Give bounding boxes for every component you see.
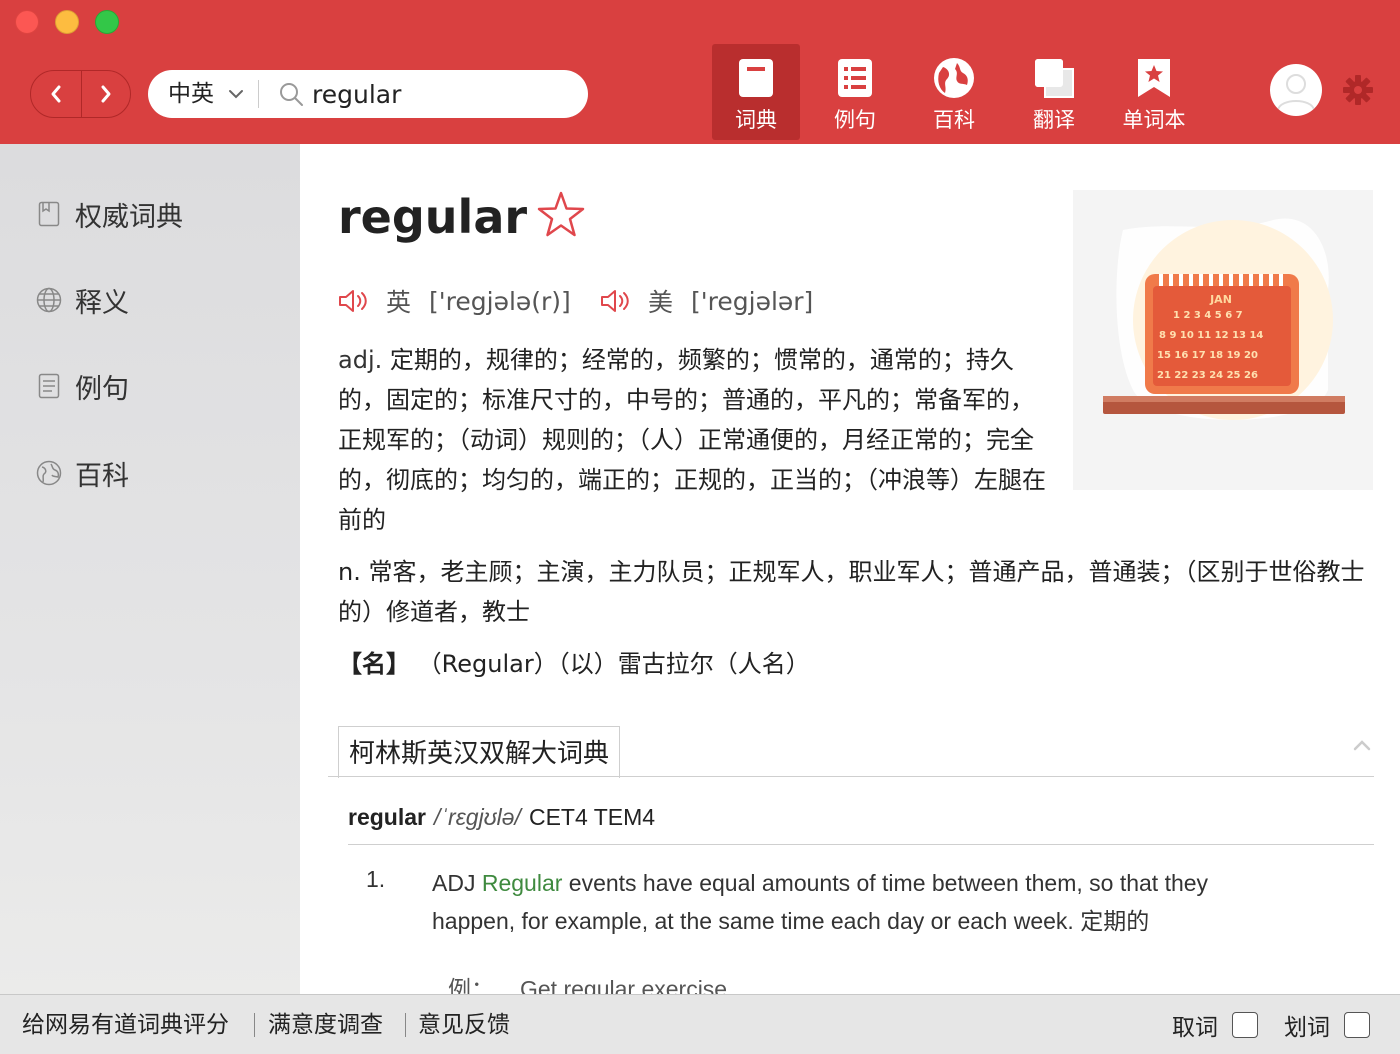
pronunciation-us: 美 ['regjələr] <box>600 284 813 318</box>
toolbar-dictionary[interactable]: 词典 <box>712 44 800 140</box>
tab-collins-dictionary[interactable]: 柯林斯英汉双解大词典 <box>338 726 621 778</box>
footer-divider <box>405 1013 406 1037</box>
definition-text: 常客，老主顾；主演，主力队员；正规军人，职业军人；普通产品，普通装；（区别于世俗… <box>338 558 1365 626</box>
example-sentence: 例： Get regular exercise. <box>448 970 733 994</box>
encyclopedia-icon <box>36 460 62 486</box>
calendar-month-label: JAN <box>1209 293 1232 306</box>
sidebar-item-label: 权威词典 <box>75 201 183 233</box>
history-nav <box>30 70 131 118</box>
pron-uk-phonetic: ['regjələ(r)] <box>429 286 571 316</box>
pos-tag: n. <box>338 558 361 586</box>
sidebar-item-authoritative-dictionary[interactable]: 权威词典 <box>36 194 183 234</box>
pron-us-label: 美 <box>648 288 674 317</box>
example-label: 例： <box>448 976 494 994</box>
sidebar: 权威词典 释义 例句 百科 <box>0 144 300 994</box>
search-input[interactable] <box>312 74 572 114</box>
word-capture-checkbox[interactable] <box>1232 1012 1258 1038</box>
svg-text:21 22 23 24 25 26: 21 22 23 24 25 26 <box>1157 370 1258 381</box>
chevron-up-icon[interactable] <box>1352 738 1372 752</box>
sense-pos: ADJ <box>432 870 476 896</box>
user-avatar[interactable] <box>1270 64 1322 116</box>
sidebar-item-sentences[interactable]: 例句 <box>36 366 129 406</box>
bookmark-icon <box>36 201 62 227</box>
pronunciation-uk: 英 ['regjələ(r)] <box>338 284 571 318</box>
star-icon[interactable] <box>536 190 586 240</box>
toolbar-translate[interactable]: 翻译 <box>1010 44 1098 140</box>
definition-text: 定期的，规律的；经常的，频繁的；惯常的，通常的；持久的，固定的；标准尺寸的，中号… <box>338 346 1046 534</box>
word-illustration: JAN 1 2 3 4 5 6 7 8 9 10 11 12 13 14 15 … <box>1073 190 1373 490</box>
sidebar-item-label: 释义 <box>75 287 129 319</box>
footer-divider <box>254 1013 255 1037</box>
word-capture-label: 取词 <box>1172 1015 1218 1041</box>
chevron-down-icon[interactable] <box>228 88 244 100</box>
window-zoom-button[interactable] <box>95 10 119 34</box>
search-icon <box>280 83 303 106</box>
gear-icon[interactable] <box>1342 74 1374 106</box>
sense-definition: ADJ Regular events have equal amounts of… <box>432 864 1292 940</box>
sidebar-item-label: 例句 <box>75 373 129 405</box>
search-bar: 中英 <box>148 70 588 118</box>
user-icon <box>1277 74 1315 111</box>
adj-definition: adj. 定期的，规律的；经常的，频繁的；惯常的，通常的；持久的，固定的；标准尺… <box>338 340 1056 540</box>
language-select[interactable]: 中英 <box>168 70 214 118</box>
wordbook-icon <box>1132 56 1176 100</box>
status-bar: 给网易有道词典评分 满意度调查 意见反馈 取词 划词 <box>0 994 1400 1054</box>
sidebar-item-label: 百科 <box>75 460 129 492</box>
pos-tag: adj. <box>338 346 383 374</box>
toolbar-encyclopedia[interactable]: 百科 <box>910 44 998 140</box>
translate-icon <box>1032 56 1076 100</box>
speaker-icon[interactable] <box>600 288 634 314</box>
word-capture-toggle[interactable]: 取词 <box>1172 995 1258 1054</box>
sense-keyword[interactable]: Regular <box>482 870 563 896</box>
svg-text:8 9 10 11 12 13 14: 8 9 10 11 12 13 14 <box>1159 330 1263 341</box>
collins-phonetic: /ˈrɛgjʊlə/ <box>433 804 521 830</box>
name-label: 【名】 <box>338 650 410 678</box>
entry-divider <box>348 844 1374 845</box>
selection-capture-checkbox[interactable] <box>1344 1012 1370 1038</box>
sidebar-item-encyclopedia[interactable]: 百科 <box>36 453 129 493</box>
sense-number: 1. <box>366 866 386 892</box>
sidebar-item-definitions[interactable]: 释义 <box>36 280 129 320</box>
selection-capture-toggle[interactable]: 划词 <box>1284 995 1370 1054</box>
toolbar-sentences[interactable]: 例句 <box>811 44 899 140</box>
back-button[interactable] <box>31 71 81 117</box>
toolbar-label: 百科 <box>933 108 975 132</box>
chevron-right-icon <box>101 85 111 103</box>
window-close-button[interactable] <box>15 10 39 34</box>
tab-divider <box>328 776 1374 777</box>
name-definition: 【名】 （Regular）（以）雷古拉尔（人名） <box>338 644 810 684</box>
globe-icon <box>36 287 62 313</box>
main-content: regular 英 ['regjələ(r)] 美 ['regjələr] ad… <box>300 144 1400 994</box>
noun-definition: n. 常客，老主顾；主演，主力队员；正规军人，职业军人；普通产品，普通装；（区别… <box>338 552 1368 632</box>
forward-button[interactable] <box>80 71 131 117</box>
selection-capture-label: 划词 <box>1284 1015 1330 1041</box>
toolbar-label: 翻译 <box>1033 108 1075 132</box>
toolbar-wordbook[interactable]: 单词本 <box>1110 44 1198 140</box>
headword: regular <box>338 190 528 244</box>
chevron-left-icon <box>51 85 61 103</box>
example-text: Get regular exercise. <box>520 976 734 994</box>
toolbar-label: 词典 <box>735 108 777 132</box>
pron-uk-label: 英 <box>386 288 412 317</box>
toolbar-label: 例句 <box>834 108 876 132</box>
encyclopedia-globe-icon <box>932 56 976 100</box>
collins-entry-header: regular/ˈrɛgjʊlə/CET4 TEM4 <box>348 804 655 831</box>
exam-levels: CET4 TEM4 <box>528 804 656 830</box>
toolbar-label: 单词本 <box>1122 108 1186 132</box>
definition-text: （Regular）（以）雷古拉尔（人名） <box>417 650 810 678</box>
svg-text:15 16 17 18 19 20: 15 16 17 18 19 20 <box>1157 350 1258 361</box>
dictionary-icon <box>734 56 778 100</box>
title-bar: 中英 词典 例句 百科 翻译 单词本 <box>0 0 1400 144</box>
speaker-icon[interactable] <box>338 288 372 314</box>
collins-headword: regular <box>348 804 426 830</box>
pron-us-phonetic: ['regjələr] <box>691 286 814 316</box>
search-divider <box>258 80 259 108</box>
window-minimize-button[interactable] <box>55 10 79 34</box>
rate-app-link[interactable]: 给网易有道词典评分 <box>22 995 229 1054</box>
survey-link[interactable]: 满意度调查 <box>268 995 383 1054</box>
svg-text:1 2 3 4 5 6 7: 1 2 3 4 5 6 7 <box>1173 310 1243 321</box>
document-icon <box>36 373 62 399</box>
sentences-icon <box>833 56 877 100</box>
feedback-link[interactable]: 意见反馈 <box>418 995 510 1054</box>
